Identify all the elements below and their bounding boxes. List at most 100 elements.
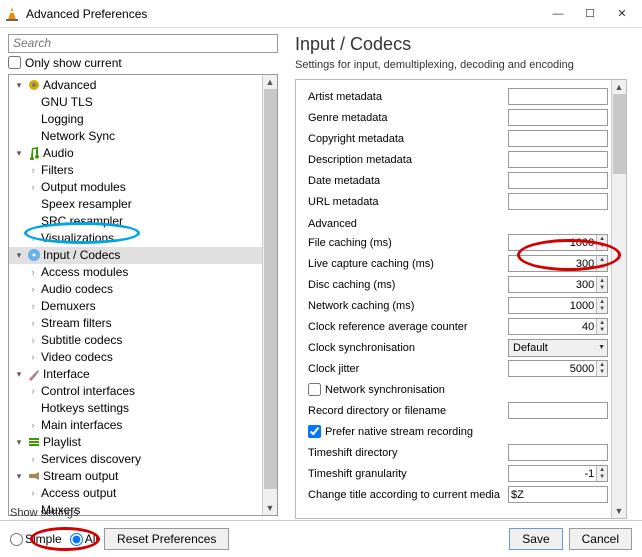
tree-item[interactable]: ▾Playlist [9,434,263,451]
tree-item[interactable]: Network Sync [9,128,263,145]
tree-item[interactable]: SRC resampler [9,213,263,230]
scroll-up-icon[interactable]: ▲ [266,75,275,89]
scrollbar-thumb[interactable] [264,89,277,489]
spin-up-icon[interactable]: ▲ [597,277,607,285]
expand-down-icon[interactable]: ▾ [13,80,25,91]
tree-item[interactable]: ›Stream filters [9,315,263,332]
tree-item[interactable]: ›Main interfaces [9,417,263,434]
tree-item[interactable]: ›Video codecs [9,349,263,366]
spin-down-icon[interactable]: ▼ [597,369,607,377]
tree-item[interactable]: ›Visualizations [9,230,263,247]
only-show-current[interactable]: Only show current [8,56,279,70]
expand-down-icon[interactable]: ▾ [13,437,25,448]
close-button[interactable]: ✕ [606,3,638,25]
clock-jitter-spinner[interactable]: ▲▼ [508,360,608,377]
expand-down-icon[interactable]: ▾ [13,250,25,261]
tree-item[interactable]: ▾Audio [9,145,263,162]
spin-up-icon[interactable]: ▲ [597,319,607,327]
chevron-right-icon[interactable]: › [27,488,39,498]
meta-2-input[interactable] [508,130,608,147]
reset-preferences-button[interactable]: Reset Preferences [104,528,229,550]
tree-item[interactable]: Hotkeys settings [9,400,263,417]
tree-item[interactable]: ›Control interfaces [9,383,263,400]
clock-sync-select[interactable]: Default▼ [508,339,608,357]
network-sync-checkbox[interactable]: Network synchronisation [308,383,445,396]
chevron-right-icon[interactable]: › [27,420,39,430]
spin-up-icon[interactable]: ▲ [597,466,607,474]
scroll-down-icon[interactable]: ▼ [615,504,624,518]
expand-down-icon[interactable]: ▾ [13,471,25,482]
tree-item[interactable]: Logging [9,111,263,128]
tree-item-label: Output modules [41,180,126,194]
chevron-right-icon[interactable]: › [27,165,39,175]
preferences-tree[interactable]: ▾Advanced GNU TLS Logging Network Sync▾A… [9,75,263,515]
record-directory-input[interactable] [508,402,608,419]
timeshift-directory-input[interactable] [508,444,608,461]
tree-item[interactable]: ›Filters [9,162,263,179]
scroll-up-icon[interactable]: ▲ [615,80,624,94]
only-show-current-checkbox[interactable] [8,56,21,69]
chevron-right-icon[interactable]: › [27,454,39,464]
search-input[interactable] [8,34,278,53]
chevron-right-icon[interactable]: › [27,284,39,294]
chevron-right-icon[interactable]: › [27,301,39,311]
meta-5-input[interactable] [508,193,608,210]
file-caching-spinner[interactable]: ▲▼ [508,234,608,251]
spin-down-icon[interactable]: ▼ [597,243,607,251]
chevron-right-icon[interactable]: › [27,335,39,345]
settings-scrollbar[interactable]: ▲ ▼ [611,80,626,518]
chevron-right-icon[interactable]: › [27,386,39,396]
disc-caching-spinner[interactable]: ▲▼ [508,276,608,293]
tree-item-label: Input / Codecs [43,248,120,262]
chevron-right-icon[interactable]: › [27,318,39,328]
spin-down-icon[interactable]: ▼ [597,306,607,314]
chevron-right-icon[interactable]: › [27,233,39,243]
tree-item[interactable]: ›Subtitle codecs [9,332,263,349]
spin-up-icon[interactable]: ▲ [597,361,607,369]
radio-simple[interactable]: Simple [10,532,62,546]
timeshift-granularity-spinner[interactable]: ▲▼ [508,465,608,482]
tree-item[interactable]: GNU TLS [9,94,263,111]
tree-item[interactable]: ▾Interface [9,366,263,383]
expand-down-icon[interactable]: ▾ [13,369,25,380]
prefer-native-checkbox[interactable]: Prefer native stream recording [308,425,473,438]
clock-reference-spinner[interactable]: ▲▼ [508,318,608,335]
meta-3-input[interactable] [508,151,608,168]
meta-4-input[interactable] [508,172,608,189]
chevron-right-icon[interactable]: › [27,182,39,192]
scrollbar-thumb[interactable] [613,94,626,174]
spin-down-icon[interactable]: ▼ [597,285,607,293]
tree-item[interactable]: ›Services discovery [9,451,263,468]
meta-1-input[interactable] [508,109,608,126]
chevron-right-icon[interactable]: › [27,352,39,362]
tree-item[interactable]: ›Access output [9,485,263,502]
tree-scrollbar[interactable]: ▲ ▼ [262,75,277,515]
tree-item[interactable]: ›Demuxers [9,298,263,315]
spin-down-icon[interactable]: ▼ [597,474,607,482]
spin-down-icon[interactable]: ▼ [597,264,607,272]
save-button[interactable]: Save [509,528,562,550]
chevron-right-icon[interactable]: › [27,267,39,277]
maximize-button[interactable]: ☐ [574,3,606,25]
timeshift-granularity-label: Timeshift granularity [308,468,508,480]
tree-item[interactable]: ›Audio codecs [9,281,263,298]
tree-item[interactable]: ›Access modules [9,264,263,281]
spin-up-icon[interactable]: ▲ [597,256,607,264]
minimize-button[interactable]: — [542,3,574,25]
expand-down-icon[interactable]: ▾ [13,148,25,159]
tree-item[interactable]: ▾ Input / Codecs [9,247,263,264]
tree-item[interactable]: ▾Stream output [9,468,263,485]
live-capture-caching-spinner[interactable]: ▲▼ [508,255,608,272]
spin-down-icon[interactable]: ▼ [597,327,607,335]
meta-0-input[interactable] [508,88,608,105]
tree-item[interactable]: Speex resampler [9,196,263,213]
scroll-down-icon[interactable]: ▼ [266,501,275,515]
tree-item[interactable]: ▾Advanced [9,77,263,94]
cancel-button[interactable]: Cancel [569,528,632,550]
tree-item[interactable]: ›Output modules [9,179,263,196]
radio-all[interactable]: All [70,532,98,546]
network-caching-spinner[interactable]: ▲▼ [508,297,608,314]
spin-up-icon[interactable]: ▲ [597,235,607,243]
change-title-input[interactable] [508,486,608,503]
spin-up-icon[interactable]: ▲ [597,298,607,306]
